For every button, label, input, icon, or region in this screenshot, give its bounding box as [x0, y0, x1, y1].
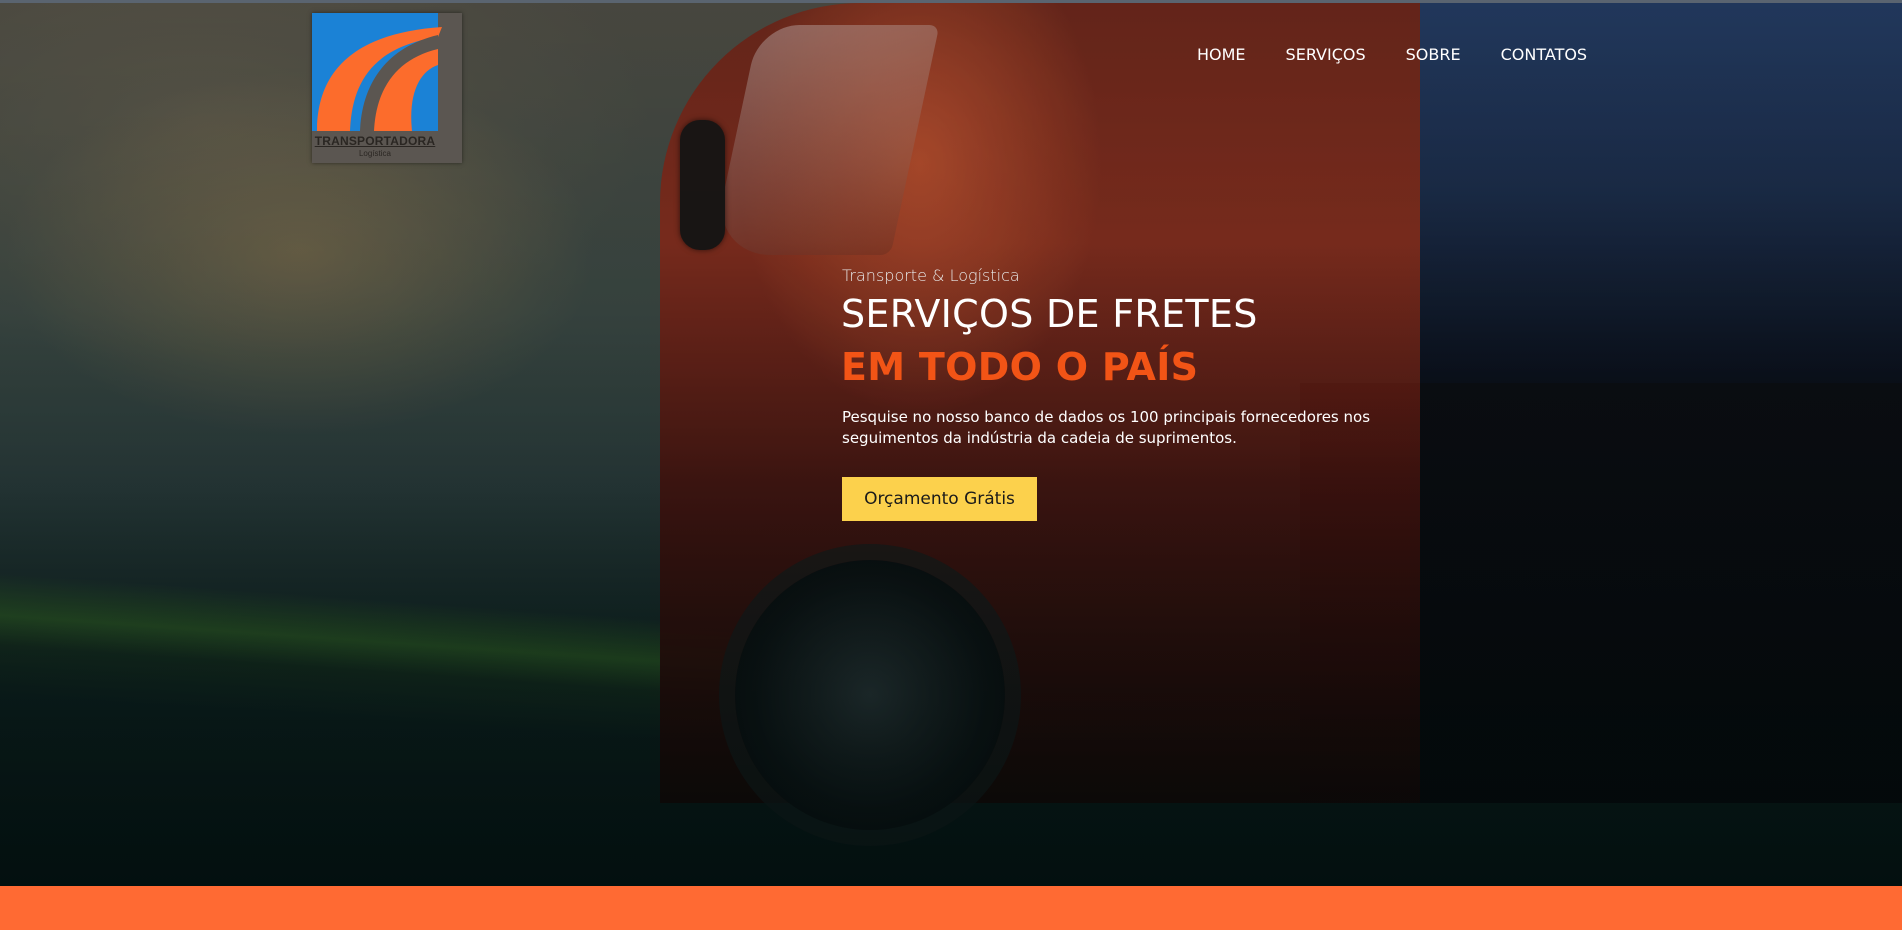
nav-item-contatos[interactable]: CONTATOS [1501, 44, 1588, 66]
main-nav: HOME SERVIÇOS SOBRE CONTATOS [1197, 44, 1587, 66]
hero-headline: SERVIÇOS DE FRETES [841, 292, 1258, 336]
nav-item-home[interactable]: HOME [1197, 44, 1246, 66]
hero-eyebrow: Transporte & Logística [842, 266, 1020, 285]
free-quote-button[interactable]: Orçamento Grátis [842, 477, 1037, 521]
hero-headline-accent: EM TODO O PAÍS [841, 345, 1199, 389]
logo-subtitle: Logística [358, 149, 392, 158]
hero-lead-text: Pesquise no nosso banco de dados os 100 … [842, 408, 1371, 447]
nav-item-servicos[interactable]: SERVIÇOS [1286, 44, 1366, 66]
orange-footer-band [0, 886, 1902, 930]
landing-page: TRANSPORTADORA Logística HOME SERVIÇOS S… [0, 0, 1902, 930]
logo-title: TRANSPORTADORA [314, 134, 436, 148]
nav-item-sobre[interactable]: SOBRE [1406, 44, 1461, 66]
site-logo[interactable]: TRANSPORTADORA Logística [312, 13, 462, 163]
